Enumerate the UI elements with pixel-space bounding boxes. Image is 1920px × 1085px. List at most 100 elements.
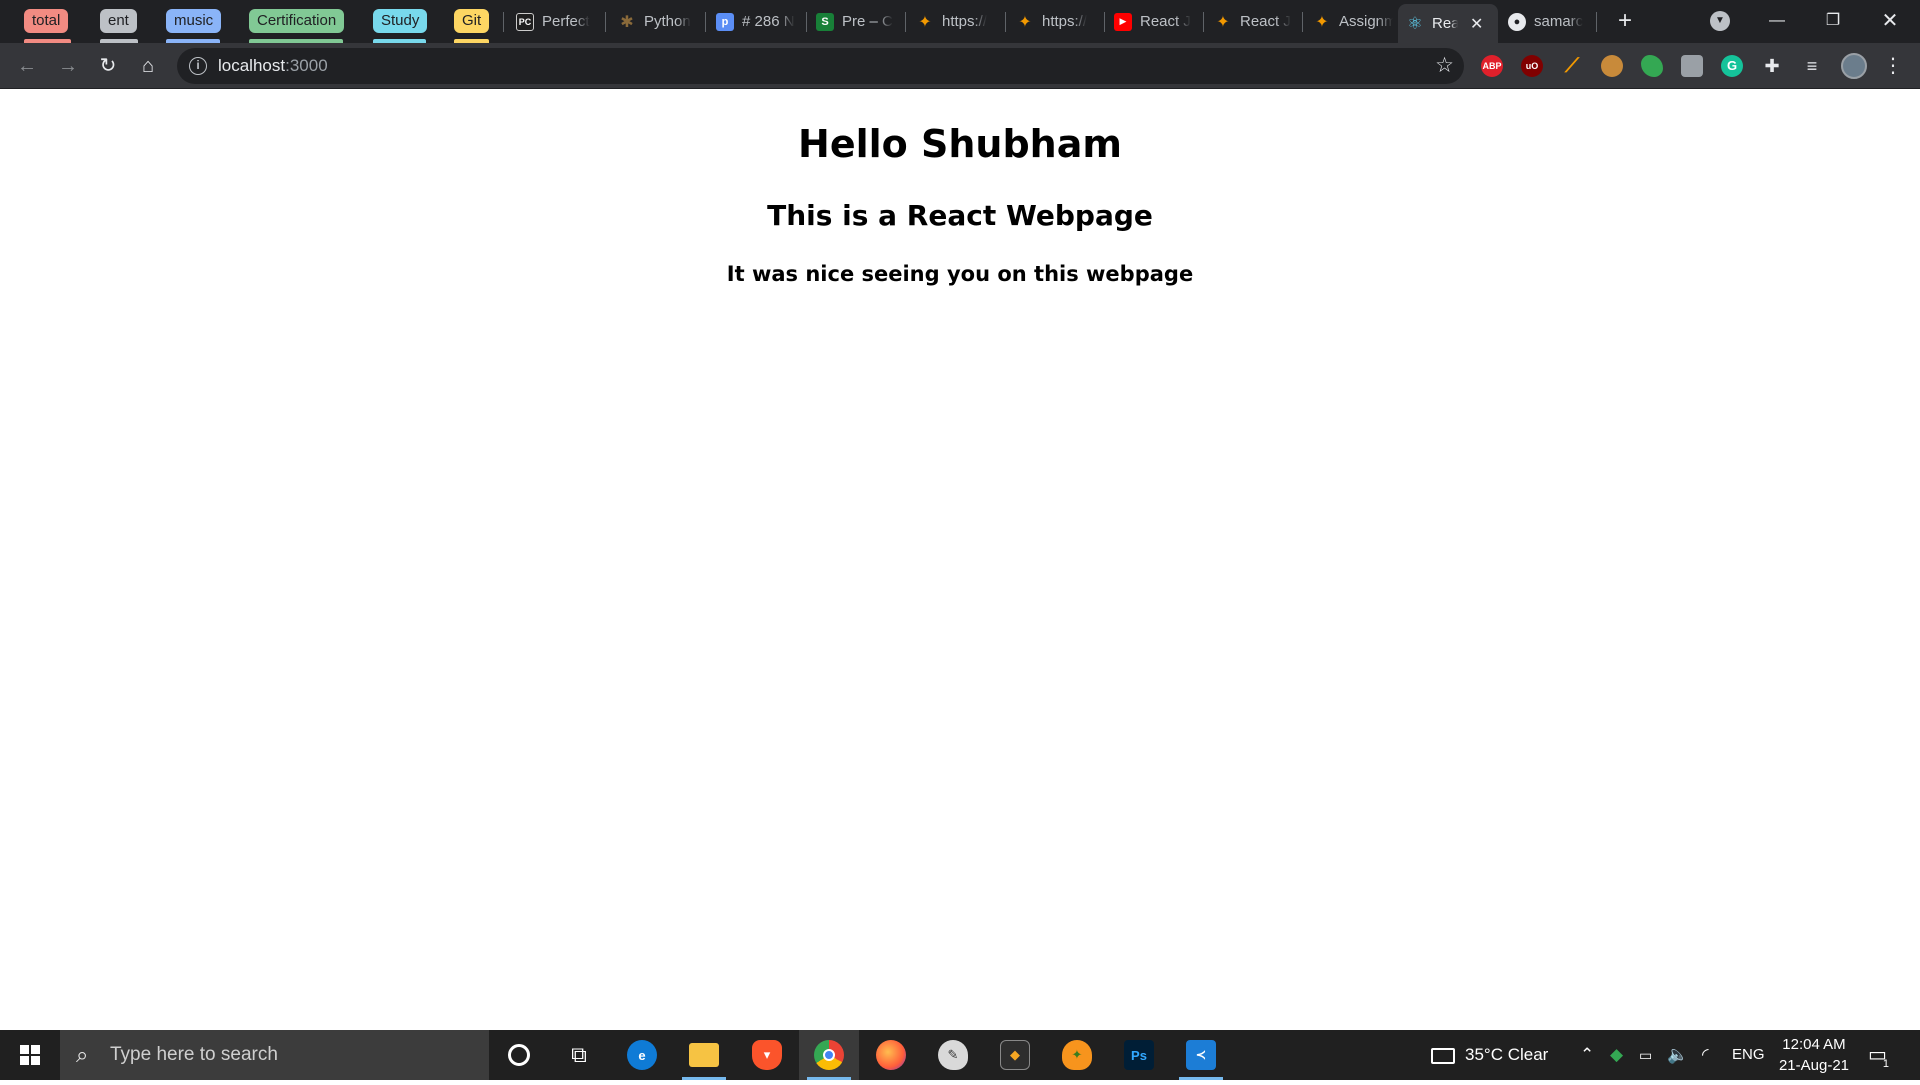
volume-icon[interactable]: 🔈 bbox=[1667, 1030, 1688, 1080]
color-tray-icon[interactable]: ◆ bbox=[1610, 1030, 1623, 1080]
tab-title: Assignm bbox=[1339, 13, 1393, 30]
address-bar[interactable]: i localhost:3000 ☆ bbox=[177, 48, 1464, 84]
tab-separator bbox=[1596, 12, 1597, 32]
task-view-icon[interactable]: ⧉ bbox=[549, 1030, 609, 1080]
vscode-icon[interactable]: ≺ bbox=[1171, 1030, 1231, 1080]
fl-studio-icon[interactable]: ✦ bbox=[1047, 1030, 1107, 1080]
page-heading-3: It was nice seeing you on this webpage bbox=[726, 262, 1194, 286]
tab-separator bbox=[806, 12, 807, 32]
firefox-icon[interactable] bbox=[861, 1030, 921, 1080]
restore-button[interactable]: ❐ bbox=[1810, 6, 1856, 36]
back-button[interactable]: ← bbox=[12, 51, 42, 81]
tab-github[interactable]: ● samarc bbox=[1500, 4, 1596, 39]
tab-separator bbox=[1203, 12, 1204, 32]
url-text[interactable]: localhost:3000 bbox=[218, 56, 328, 76]
orange-icon: ✦ bbox=[1216, 13, 1230, 31]
tab-title: React J bbox=[1240, 13, 1291, 30]
tab-title: Python bbox=[644, 13, 691, 30]
search-placeholder: Type here to search bbox=[110, 1044, 278, 1065]
tab-https-1[interactable]: ✦ https:// bbox=[908, 4, 1004, 39]
tab-title: # 286 N bbox=[742, 13, 795, 30]
orange-icon: ✦ bbox=[918, 13, 932, 31]
info-icon[interactable]: i bbox=[189, 57, 207, 75]
tab-react-2[interactable]: ✦ React J bbox=[1206, 4, 1302, 39]
p-icon: p bbox=[716, 12, 734, 31]
cookie-icon[interactable] bbox=[1601, 55, 1623, 77]
reload-button[interactable]: ↻ bbox=[93, 51, 123, 81]
ublock-icon[interactable]: uO bbox=[1521, 55, 1543, 77]
chrome-icon[interactable] bbox=[799, 1030, 859, 1080]
show-hidden-icons[interactable]: ⌃ bbox=[1580, 1030, 1594, 1080]
bookmark-star-icon[interactable]: ☆ bbox=[1435, 53, 1454, 78]
tab-assignment[interactable]: ✦ Assignm bbox=[1305, 4, 1401, 39]
file-explorer-icon[interactable] bbox=[674, 1030, 734, 1080]
page-heading-1: Hello Shubham bbox=[798, 122, 1122, 166]
tab-python[interactable]: ✱ Python bbox=[610, 4, 706, 39]
battery-icon[interactable]: ▭ bbox=[1639, 1030, 1652, 1080]
tab-group-music[interactable]: music bbox=[166, 9, 222, 33]
media-control-icon[interactable]: ≡ bbox=[1801, 55, 1823, 77]
page-content: Hello Shubham This is a React Webpage It… bbox=[0, 89, 1920, 1030]
tab-title: https:// bbox=[1042, 13, 1088, 30]
tab-title: React J bbox=[1140, 13, 1191, 30]
orange-icon: ✦ bbox=[1315, 13, 1329, 31]
notification-center-icon[interactable]: ▭1 bbox=[1868, 1030, 1893, 1080]
close-window-button[interactable]: ✕ bbox=[1867, 6, 1913, 36]
tab-title: Rea bbox=[1432, 15, 1458, 32]
orange-icon: ✦ bbox=[1018, 13, 1032, 31]
youtube-icon: ▶ bbox=[1114, 12, 1132, 31]
grammarly-icon[interactable]: G bbox=[1721, 55, 1743, 77]
browser-toolbar: ← → ↻ ⌂ i localhost:3000 ☆ ABP uO ⟋ G ✚ … bbox=[0, 43, 1920, 89]
gray-ext-icon[interactable] bbox=[1681, 55, 1703, 77]
tab-separator bbox=[1104, 12, 1105, 32]
minimize-button[interactable]: — bbox=[1754, 6, 1800, 36]
carrot-icon[interactable]: ⟋ bbox=[1561, 55, 1583, 77]
start-button[interactable] bbox=[0, 1030, 60, 1080]
tab-separator bbox=[705, 12, 706, 32]
search-icon: ⌕ bbox=[76, 1042, 89, 1067]
tab-separator bbox=[905, 12, 906, 32]
new-tab-button[interactable]: + bbox=[1611, 8, 1639, 36]
clock[interactable]: 12:04 AM 21-Aug-21 bbox=[1766, 1034, 1862, 1076]
gear-icon: ✱ bbox=[620, 13, 634, 31]
tab-group-study[interactable]: Study bbox=[373, 9, 428, 33]
home-button[interactable]: ⌂ bbox=[133, 51, 163, 81]
paint-icon[interactable]: ✎ bbox=[923, 1030, 983, 1080]
tab-286[interactable]: p # 286 N bbox=[708, 4, 804, 39]
tab-group-git[interactable]: Git bbox=[454, 9, 490, 33]
s-icon: S bbox=[816, 12, 834, 31]
tab-pre[interactable]: S Pre – C bbox=[808, 4, 904, 39]
color-picker-icon[interactable] bbox=[1641, 55, 1663, 77]
tab-perfect[interactable]: PC Perfect bbox=[508, 4, 604, 39]
forward-button[interactable]: → bbox=[53, 51, 83, 81]
davinci-icon[interactable]: ◆ bbox=[985, 1030, 1045, 1080]
edge-icon[interactable]: e bbox=[612, 1030, 672, 1080]
puzzle-icon[interactable]: ✚ bbox=[1761, 55, 1783, 77]
taskbar-search-input[interactable]: ⌕ Type here to search bbox=[60, 1030, 489, 1080]
tab-separator bbox=[1302, 12, 1303, 32]
tab-group-ent[interactable]: ent bbox=[100, 9, 137, 33]
tab-react-youtube[interactable]: ▶ React J bbox=[1106, 4, 1202, 39]
close-icon[interactable]: ✕ bbox=[1470, 14, 1483, 34]
tab-title: https:// bbox=[942, 13, 988, 30]
tab-separator bbox=[605, 12, 606, 32]
wifi-icon[interactable]: ◜ bbox=[1702, 1030, 1709, 1080]
tab-group-total[interactable]: total bbox=[24, 9, 69, 33]
tab-separator bbox=[1005, 12, 1006, 32]
github-icon: ● bbox=[1508, 12, 1526, 31]
cortana-icon[interactable] bbox=[489, 1030, 549, 1080]
avatar[interactable] bbox=[1841, 53, 1867, 79]
windows-taskbar: ⌕ Type here to search ⧉ e ▾ ✎ ◆ ✦ Ps ≺ 3… bbox=[0, 1030, 1920, 1080]
tab-react-active[interactable]: ⚛ Rea ✕ bbox=[1398, 4, 1498, 43]
photoshop-icon[interactable]: Ps bbox=[1109, 1030, 1169, 1080]
weather-widget[interactable]: 35°C Clear bbox=[1431, 1030, 1548, 1080]
language-indicator[interactable]: ENG bbox=[1732, 1030, 1765, 1080]
url-port: :3000 bbox=[285, 56, 328, 75]
menu-button[interactable]: ⋮ bbox=[1878, 51, 1908, 81]
tab-https-2[interactable]: ✦ https:// bbox=[1008, 4, 1104, 39]
brave-icon[interactable]: ▾ bbox=[737, 1030, 797, 1080]
pycharm-icon: PC bbox=[516, 12, 534, 31]
tab-search-icon[interactable]: ▼ bbox=[1710, 11, 1730, 31]
tab-group-certification[interactable]: Certification bbox=[249, 9, 345, 33]
adblock-plus-icon[interactable]: ABP bbox=[1481, 55, 1503, 77]
